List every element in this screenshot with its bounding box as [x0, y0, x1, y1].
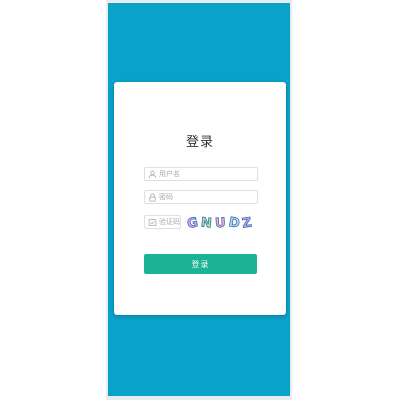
device-frame: 登录 用户名 验证码 G N U D Z 登录: [106, 0, 292, 400]
captcha-char: Z: [241, 215, 252, 230]
user-icon: [148, 170, 157, 179]
username-field[interactable]: [144, 167, 258, 181]
captcha-char: N: [200, 215, 212, 230]
captcha-char: G: [186, 215, 199, 230]
lock-icon: [148, 192, 157, 202]
login-button[interactable]: 登录: [144, 254, 257, 274]
captcha-char: D: [228, 215, 241, 230]
captcha-image[interactable]: G N U D Z: [185, 212, 255, 233]
login-title: 登录: [185, 135, 214, 150]
username-input[interactable]: [157, 168, 249, 180]
captcha-char: U: [215, 216, 227, 230]
password-input[interactable]: [157, 191, 249, 203]
password-field[interactable]: [144, 190, 258, 204]
shield-icon: [148, 218, 157, 227]
app-background: 登录 用户名 验证码 G N U D Z 登录: [108, 3, 290, 396]
login-card: 登录 用户名 验证码 G N U D Z 登录: [114, 82, 286, 315]
captcha-field[interactable]: [144, 215, 181, 229]
captcha-input[interactable]: [157, 216, 181, 228]
